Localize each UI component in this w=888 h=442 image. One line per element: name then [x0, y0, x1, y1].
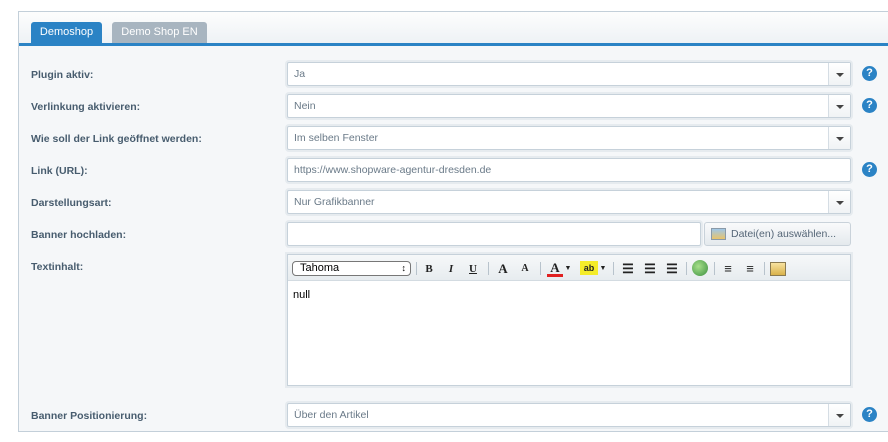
row-link-active: Verlinkung aktivieren: Nein ? [19, 94, 888, 120]
link-icon[interactable] [692, 260, 708, 276]
tab-demo-shop-en[interactable]: Demo Shop EN [112, 22, 207, 43]
link-target-select[interactable]: Im selben Fenster [287, 126, 851, 150]
row-banner-upload: Banner hochladen: Datei(en) auswählen... [19, 222, 888, 248]
help-icon[interactable]: ? [862, 407, 877, 422]
ordered-list-icon[interactable]: ≡ [720, 261, 736, 277]
chevron-down-icon[interactable] [828, 191, 850, 213]
underline-button[interactable]: U [465, 261, 481, 277]
row-banner-position: Banner Positionierung: Über den Artikel … [19, 403, 888, 429]
form-area: Plugin aktiv: Ja ? Verlinkung aktivieren… [19, 49, 888, 431]
toolbar-separator [540, 262, 541, 275]
tab-demoshop[interactable]: Demoshop [31, 22, 102, 43]
editor-content: null [293, 289, 311, 301]
align-left-icon[interactable]: ☰ [620, 261, 636, 277]
link-active-label: Verlinkung aktivieren: [31, 101, 141, 113]
unordered-list-icon[interactable]: ≡ [742, 261, 758, 277]
tab-bar: Demoshop Demo Shop EN [19, 12, 888, 46]
toolbar-separator [416, 262, 417, 275]
link-target-value: Im selben Fenster [294, 132, 379, 144]
chevron-down-icon[interactable] [828, 63, 850, 85]
decrease-font-button[interactable]: A [517, 261, 533, 277]
banner-position-select[interactable]: Über den Artikel [287, 403, 851, 427]
row-plugin-active: Plugin aktiv: Ja ? [19, 62, 888, 88]
italic-button[interactable]: I [443, 261, 459, 277]
banner-upload-input[interactable] [287, 222, 701, 246]
display-type-value: Nur Grafikbanner [294, 196, 375, 208]
editor-toolbar: Tahoma ↕ B I U A A A ▼ ab ▼ ☰ ☰ ☰ ≡ ≡ [288, 255, 850, 281]
align-right-icon[interactable]: ☰ [664, 261, 680, 277]
plugin-active-select[interactable]: Ja [287, 62, 851, 86]
chevron-down-icon[interactable]: ▼ [599, 261, 607, 277]
bold-button[interactable]: B [421, 261, 437, 277]
help-icon[interactable]: ? [862, 98, 877, 113]
file-select-button-label: Datei(en) auswählen... [731, 228, 837, 240]
display-type-label: Darstellungsart: [31, 197, 112, 209]
select-arrows-icon: ↕ [401, 263, 407, 273]
toolbar-separator [686, 262, 687, 275]
chevron-down-icon[interactable] [828, 127, 850, 149]
link-active-value: Nein [294, 100, 316, 112]
chevron-down-icon[interactable] [828, 95, 850, 117]
settings-panel: Demoshop Demo Shop EN Plugin aktiv: Ja ?… [18, 11, 888, 432]
help-icon[interactable]: ? [862, 162, 877, 177]
text-content-label: Textinhalt: [31, 261, 84, 273]
link-active-select[interactable]: Nein [287, 94, 851, 118]
font-family-value: Tahoma [300, 262, 340, 274]
plugin-active-value: Ja [294, 68, 306, 80]
toolbar-separator [764, 262, 765, 275]
toolbar-separator [714, 262, 715, 275]
toolbar-separator [488, 262, 489, 275]
align-center-icon[interactable]: ☰ [642, 261, 658, 277]
link-url-label: Link (URL): [31, 165, 88, 177]
chevron-down-icon[interactable]: ▼ [564, 261, 572, 277]
source-edit-icon[interactable] [770, 262, 786, 276]
increase-font-button[interactable]: A [495, 261, 511, 277]
help-icon[interactable]: ? [862, 66, 877, 81]
banner-upload-label: Banner hochladen: [31, 229, 127, 241]
link-target-label: Wie soll der Link geöffnet werden: [31, 133, 202, 145]
rich-text-editor[interactable]: Tahoma ↕ B I U A A A ▼ ab ▼ ☰ ☰ ☰ ≡ ≡ nu… [287, 254, 851, 386]
link-url-input[interactable]: https://www.shopware-agentur-dresden.de [287, 158, 851, 182]
row-link-url: Link (URL): https://www.shopware-agentur… [19, 158, 888, 184]
link-url-value: https://www.shopware-agentur-dresden.de [294, 164, 492, 176]
font-family-select[interactable]: Tahoma ↕ [292, 261, 411, 276]
highlight-button[interactable]: ab [580, 261, 598, 275]
toolbar-separator [613, 262, 614, 275]
font-color-button[interactable]: A [547, 261, 563, 277]
banner-position-label: Banner Positionierung: [31, 410, 148, 422]
display-type-select[interactable]: Nur Grafikbanner [287, 190, 851, 214]
chevron-down-icon[interactable] [828, 404, 850, 426]
row-display-type: Darstellungsart: Nur Grafikbanner [19, 190, 888, 216]
file-select-button[interactable]: Datei(en) auswählen... [704, 222, 851, 246]
image-icon [711, 228, 726, 240]
banner-position-value: Über den Artikel [294, 409, 369, 421]
plugin-active-label: Plugin aktiv: [31, 69, 94, 81]
row-link-target: Wie soll der Link geöffnet werden: Im se… [19, 126, 888, 152]
